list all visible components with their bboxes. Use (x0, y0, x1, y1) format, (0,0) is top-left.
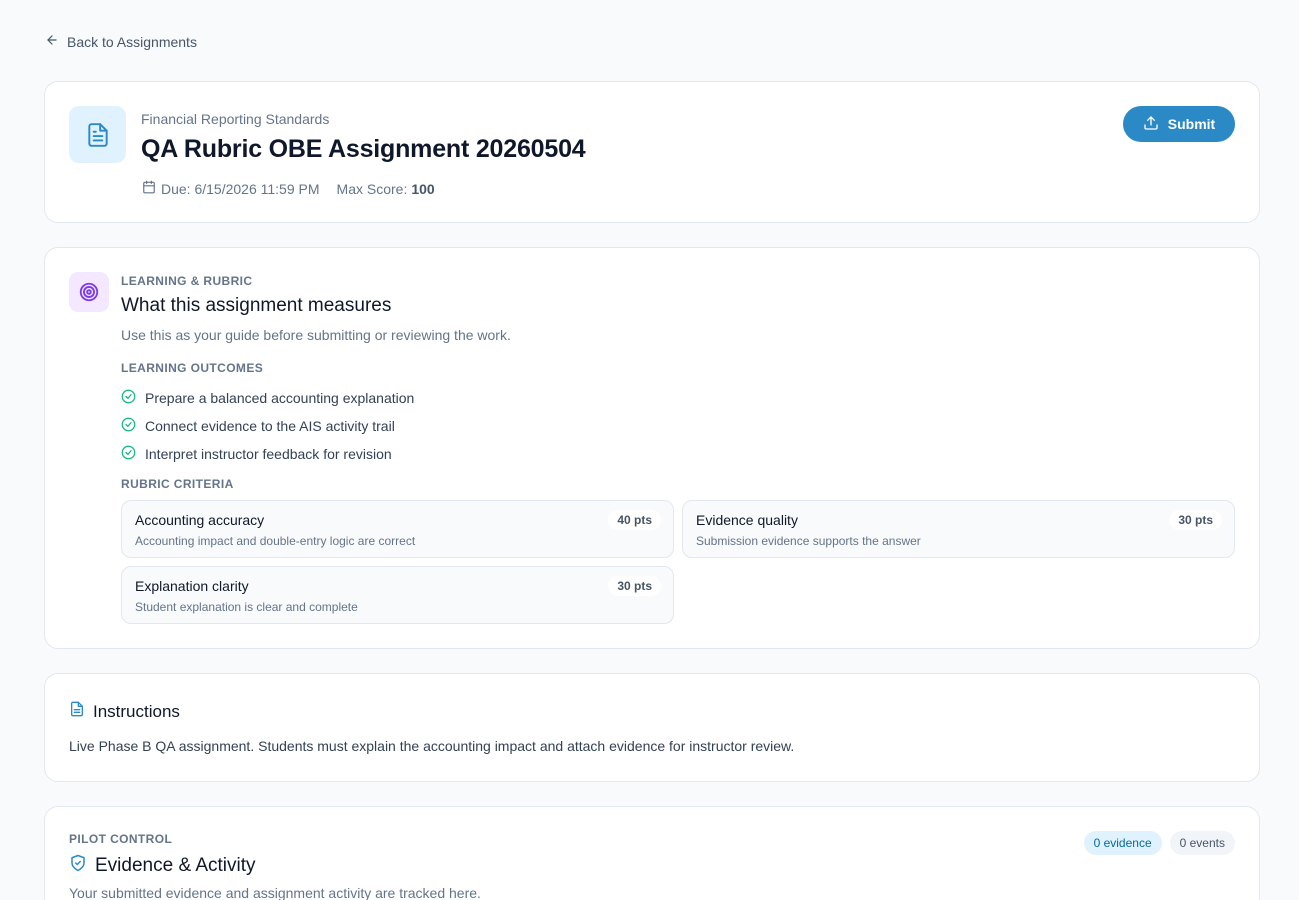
learning-outcome-item: Interpret instructor feedback for revisi… (121, 440, 414, 468)
criterion-description: Accounting impact and double-entry logic… (135, 534, 416, 548)
submit-label: Submit (1167, 116, 1216, 132)
check-circle-icon (121, 445, 145, 463)
learning-rubric-card: LEARNING & RUBRIC What this assignment m… (44, 247, 1260, 649)
check-circle-icon (121, 417, 145, 435)
learning-outcomes-label: LEARNING OUTCOMES (121, 361, 264, 375)
course-name: Financial Reporting Standards (141, 111, 330, 127)
learning-outcome-item: Connect evidence to the AIS activity tra… (121, 412, 414, 440)
criterion-points-badge: 40 pts (608, 510, 661, 530)
instructions-body: Live Phase B QA assignment. Students mus… (69, 738, 795, 754)
learning-outcome-item: Prepare a balanced accounting explanatio… (121, 384, 414, 412)
file-text-icon (69, 701, 85, 722)
instructions-card: Instructions Live Phase B QA assignment.… (44, 673, 1260, 782)
rubric-criterion-card: Evidence quality Submission evidence sup… (682, 500, 1235, 558)
evidence-eyebrow: PILOT CONTROL (69, 832, 173, 846)
due-date: Due: 6/15/2026 11:59 PM (161, 180, 320, 197)
arrow-left-icon (45, 33, 59, 50)
page-title: QA Rubric OBE Assignment 20260504 (141, 135, 586, 163)
rubric-eyebrow: LEARNING & RUBRIC (121, 274, 253, 288)
criterion-points-badge: 30 pts (608, 576, 661, 596)
events-count-badge: 0 events (1169, 831, 1235, 855)
criterion-description: Student explanation is clear and complet… (135, 600, 358, 614)
rubric-criteria-label: RUBRIC CRITERIA (121, 477, 234, 491)
submit-button[interactable]: Submit (1123, 106, 1235, 142)
rubric-criterion-card: Explanation clarity Student explanation … (121, 566, 674, 624)
max-score-label: Max Score: (336, 180, 408, 197)
upload-icon (1143, 115, 1159, 134)
evidence-count-badge: 0 evidence (1083, 831, 1162, 855)
criterion-name: Explanation clarity (135, 578, 249, 594)
back-to-assignments-link[interactable]: Back to Assignments (45, 33, 197, 50)
assignment-header-card: Financial Reporting Standards QA Rubric … (44, 81, 1260, 223)
learning-outcomes-list: Prepare a balanced accounting explanatio… (121, 384, 414, 468)
evidence-title: Evidence & Activity (95, 855, 256, 876)
criterion-description: Submission evidence supports the answer (696, 534, 921, 548)
learning-outcome-text: Connect evidence to the AIS activity tra… (145, 418, 395, 434)
criterion-name: Accounting accuracy (135, 512, 265, 528)
file-text-icon (69, 106, 126, 163)
criterion-points-badge: 30 pts (1169, 510, 1222, 530)
evidence-subtitle: Your submitted evidence and assignment a… (69, 885, 481, 900)
back-link-label: Back to Assignments (67, 33, 197, 50)
instructions-heading: Instructions (69, 701, 180, 722)
learning-outcome-text: Prepare a balanced accounting explanatio… (145, 390, 415, 406)
criterion-name: Evidence quality (696, 512, 798, 528)
instructions-title: Instructions (93, 701, 180, 721)
learning-outcome-text: Interpret instructor feedback for revisi… (145, 446, 392, 462)
rubric-subtitle: Use this as your guide before submitting… (121, 327, 511, 343)
rubric-criterion-card: Accounting accuracy Accounting impact an… (121, 500, 674, 558)
rubric-title: What this assignment measures (121, 295, 392, 316)
check-circle-icon (121, 389, 145, 407)
target-icon (69, 272, 109, 312)
assignment-meta: Due: 6/15/2026 11:59 PM Max Score: 100 (142, 180, 435, 197)
max-score-value: 100 (411, 180, 435, 197)
shield-check-icon (69, 854, 87, 878)
evidence-badges: 0 evidence 0 events (1083, 831, 1235, 855)
calendar-icon (142, 180, 161, 197)
evidence-activity-card: PILOT CONTROL Evidence & Activity Your s… (44, 806, 1260, 900)
evidence-heading: Evidence & Activity (69, 854, 256, 878)
